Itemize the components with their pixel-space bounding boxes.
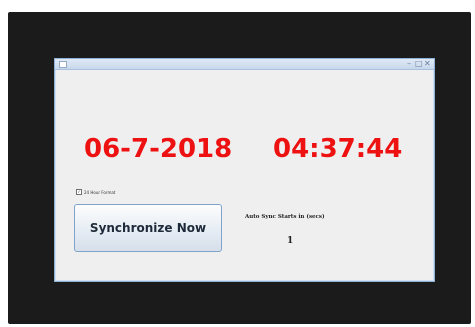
auto-sync-label: Auto Sync Starts in (secs) <box>245 214 325 220</box>
app-icon <box>59 61 67 68</box>
minimize-icon[interactable]: – <box>406 59 412 69</box>
format-24h-label: 24 Hour Format <box>84 189 116 195</box>
synchronize-now-button[interactable]: Synchronize Now <box>74 204 222 252</box>
close-icon[interactable]: ✕ <box>424 59 431 69</box>
window-controls: – □ ✕ <box>406 59 431 69</box>
format-24h-option[interactable]: ✓ 24 Hour Format <box>76 189 115 195</box>
format-24h-checkbox[interactable]: ✓ <box>76 189 82 195</box>
date-display: 06-7-2018 <box>84 134 233 164</box>
title-bar[interactable]: – □ ✕ <box>55 59 434 70</box>
maximize-icon[interactable]: □ <box>415 59 423 69</box>
auto-sync-countdown: 1 <box>287 236 294 246</box>
time-display: 04:37:44 <box>273 134 403 164</box>
